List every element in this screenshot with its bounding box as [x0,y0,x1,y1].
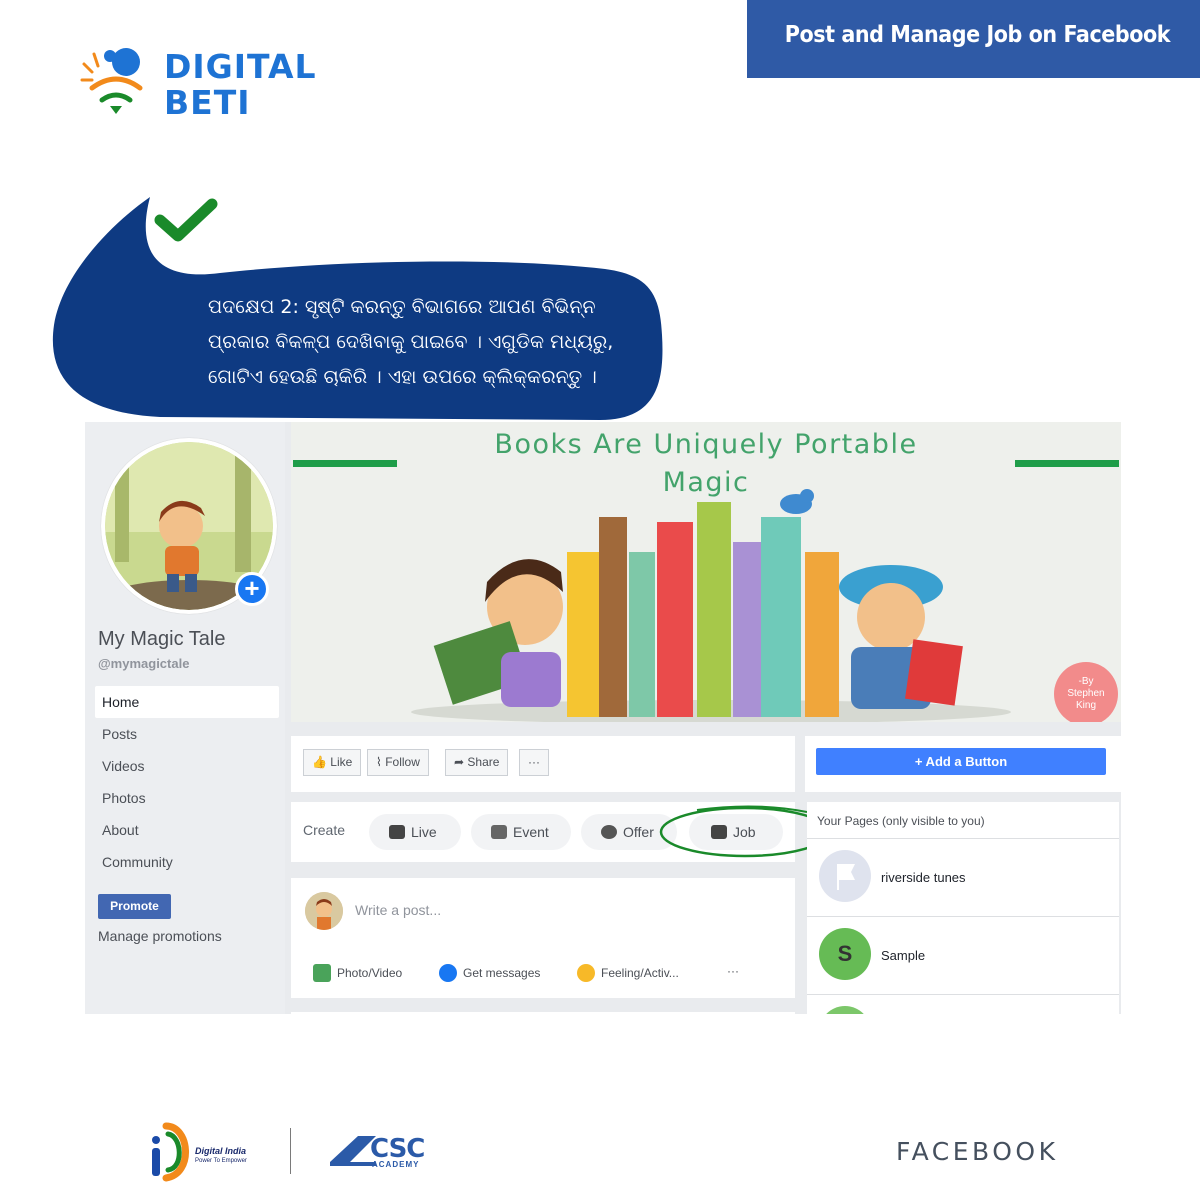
nav-item-photos[interactable]: Photos [95,782,279,814]
page-action-bar: 👍 Like ⌇ Follow ➦ Share ··· [291,736,795,792]
instruction-line-3: ଗୋଟିଏ ହେଉଛି ଚାକିରି । ଏହା ଉପରେ କ୍ଲିକ୍କରନ୍… [208,366,597,388]
instruction-text: ପଦକ୍ଷେପ 2: ସୃଷ୍ଟି କରନ୍ତୁ ବିଭାଗରେ ଆପଣ ବିଭ… [208,290,648,395]
digital-beti-logo: DIGITAL BETI [80,42,340,122]
share-button[interactable]: ➦ Share [445,749,509,776]
pages-divider [807,916,1119,917]
composer-avatar-image [305,892,343,930]
share-icon: ➦ [454,755,465,769]
flag-icon [837,864,855,890]
composer-avatar [305,892,343,930]
calendar-icon [491,825,507,839]
your-pages-title: Your Pages (only visible to you) [817,814,985,828]
emoji-icon [577,964,595,982]
riverside-tunes-avatar[interactable] [819,850,871,902]
stamp-line-1: -By [1078,676,1094,687]
facebook-wordmark: FACEBOOK [896,1137,1059,1166]
share-label: Share [467,755,500,769]
composer-more-button[interactable]: ··· [727,964,739,978]
create-offer-label: Offer [623,824,654,840]
get-messages-button[interactable]: Get messages [439,964,540,982]
add-a-button[interactable]: + Add a Button [816,748,1106,775]
page-name: My Magic Tale [98,628,226,650]
csc-academy-label: ACADEMY [372,1160,420,1169]
title-banner: Post and Manage Job on Facebook [747,0,1200,78]
instruction-line-2: ପ୍ରକାର ବିକଳ୍ପ ଦେଖିବାକୁ ପାଇବେ । ଏଗୁଡିକ ମଧ… [208,331,614,353]
checkmark-icon [154,198,218,242]
banner-title: Post and Manage Job on Facebook [784,22,1171,48]
like-icon: 👍 [312,755,327,769]
photo-icon [313,964,331,982]
feeling-activity-button[interactable]: Feeling/Activ... [577,964,679,982]
page-sample[interactable]: Sample [881,948,925,963]
digital-india-label: Digital India [195,1146,247,1156]
stamp-line-2: Stephen [1067,688,1105,699]
next-page-avatar[interactable] [819,1006,871,1014]
follow-button[interactable]: ⌇ Follow [367,749,429,776]
pages-divider [807,994,1119,995]
follow-icon: ⌇ [376,755,382,769]
digital-india-emblem-icon [152,1122,189,1182]
follow-label: Follow [385,755,420,769]
cover-illustration [411,489,1011,722]
video-camera-icon [389,825,405,839]
page-nav: Home Posts Videos Photos About Community [95,686,279,878]
get-messages-label: Get messages [463,966,541,980]
nav-item-videos[interactable]: Videos [95,750,279,782]
like-button[interactable]: 👍 Like [303,749,362,776]
promote-button[interactable]: Promote [98,894,171,919]
digital-beti-emblem-icon [80,48,143,114]
create-live-button[interactable]: Live [369,814,461,850]
page-riverside-tunes[interactable]: riverside tunes [881,870,966,885]
page-sidebar: + My Magic Tale @mymagictale Home Posts … [85,422,285,1014]
instruction-line-1: ପଦକ୍ଷେପ 2: ସୃଷ୍ଟି କରନ୍ତୁ ବିଭାଗରେ ଆପଣ ବିଭ… [208,296,596,318]
nav-item-about[interactable]: About [95,814,279,846]
next-post-card [291,1012,795,1014]
feeling-activity-label: Feeling/Activ... [601,966,679,980]
offer-tag-icon [601,825,617,839]
stamp-line-3: King [1075,700,1096,711]
create-live-label: Live [411,824,437,840]
sample-avatar[interactable]: S [819,928,871,980]
create-event-label: Event [513,824,549,840]
page-handle[interactable]: @mymagictale [98,656,189,671]
logo-word-beti: BETI [164,83,251,122]
photo-video-button[interactable]: Photo/Video [313,964,402,982]
author-stamp: -By Stephen King [1054,662,1118,722]
more-actions-button[interactable]: ··· [519,749,549,776]
photo-video-label: Photo/Video [337,966,403,980]
messenger-icon [439,964,457,982]
nav-item-posts[interactable]: Posts [95,718,279,750]
manage-promotions-link[interactable]: Manage promotions [98,928,222,944]
post-composer: Write a post... Photo/Video Get messages… [291,878,795,998]
pages-divider [807,838,1119,839]
create-label: Create [303,822,346,838]
cover-photo[interactable]: Books Are Uniquely Portable Magic -By St… [291,422,1121,722]
digital-india-tagline: Power To Empower [195,1158,247,1164]
logo-word-digital: DIGITAL [164,47,317,86]
footer-divider [290,1128,291,1174]
create-event-button[interactable]: Event [471,814,571,850]
nav-item-home[interactable]: Home [95,686,279,718]
facebook-page-screenshot: + My Magic Tale @mymagictale Home Posts … [85,422,1121,1014]
add-photo-button[interactable]: + [235,572,269,606]
your-pages-panel: Your Pages (only visible to you) riversi… [807,802,1119,1014]
like-label: Like [330,755,353,769]
nav-item-community[interactable]: Community [95,846,279,878]
write-post-input[interactable]: Write a post... [355,902,441,918]
